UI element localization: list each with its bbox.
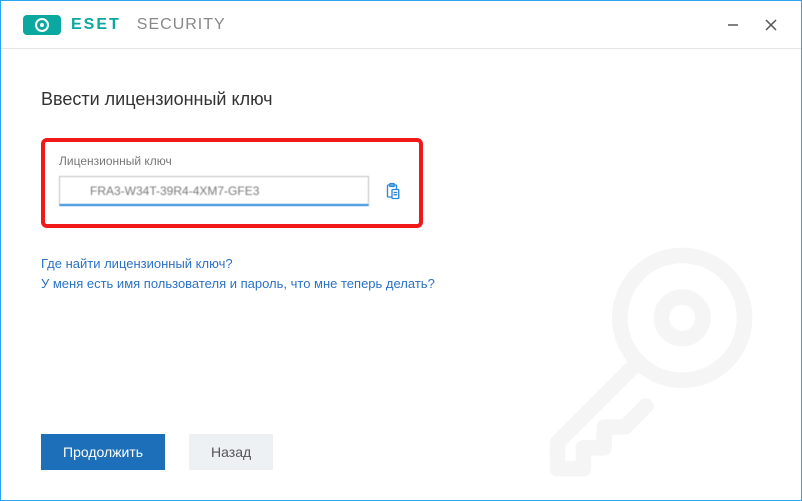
license-input-row: [59, 176, 405, 206]
link-where-to-find-key[interactable]: Где найти лицензионный ключ?: [41, 254, 761, 274]
eset-badge-icon: [23, 15, 61, 35]
content-area: Ввести лицензионный ключ Лицензионный кл…: [1, 49, 801, 500]
help-links: Где найти лицензионный ключ? У меня есть…: [41, 254, 761, 293]
minimize-button[interactable]: [723, 15, 743, 35]
link-have-username-password[interactable]: У меня есть имя пользователя и пароль, ч…: [41, 274, 761, 294]
app-window: ESET SECURITY Ввести лицензионный ключ Л…: [0, 0, 802, 501]
license-key-label: Лицензионный ключ: [59, 154, 405, 168]
brand-logo: ESET SECURITY: [23, 15, 226, 35]
back-button[interactable]: Назад: [189, 434, 273, 470]
license-input-wrap: [59, 176, 369, 206]
titlebar: ESET SECURITY: [1, 1, 801, 49]
brand-eset-text: ESET: [71, 16, 121, 34]
close-button[interactable]: [761, 15, 781, 35]
footer-buttons: Продолжить Назад: [41, 434, 273, 470]
license-key-section: Лицензионный ключ: [41, 138, 423, 228]
page-title: Ввести лицензионный ключ: [41, 89, 761, 110]
license-key-input[interactable]: [59, 176, 369, 206]
paste-button[interactable]: [379, 178, 405, 204]
continue-button[interactable]: Продолжить: [41, 434, 165, 470]
window-controls: [723, 15, 791, 35]
brand-security-text: SECURITY: [137, 16, 226, 34]
